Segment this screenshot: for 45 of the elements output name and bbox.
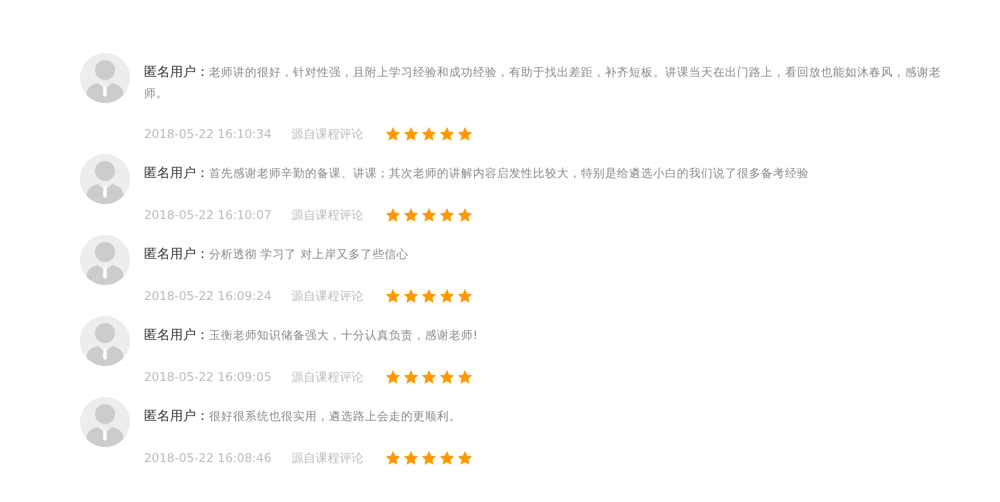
star-icon (421, 369, 438, 385)
star-icon (385, 126, 402, 142)
star-icon (403, 288, 420, 304)
star-icon (421, 207, 438, 223)
star-icon (385, 450, 402, 466)
review-source: 源自课程评论 (291, 288, 364, 304)
review-time: 2018-05-22 16:08:46 (144, 451, 272, 465)
star-icon (439, 369, 456, 385)
review-source: 源自课程评论 (291, 206, 364, 224)
star-icon (403, 207, 420, 223)
star-icon (457, 450, 474, 466)
star-icon (421, 288, 438, 304)
avatar-icon (80, 235, 130, 285)
star-icon (385, 207, 402, 223)
star-icon (439, 126, 456, 142)
review-source: 源自课程评论 (291, 368, 364, 386)
review-text: 匿名用户：很好很系统也很实用，遴选路上会走的更顺利。 (144, 408, 462, 426)
star-icon (403, 450, 420, 466)
star-icon (403, 126, 420, 142)
review-text: 匿名用户：玉衡老师知识储备强大，十分认真负责，感谢老师! (144, 327, 479, 345)
star-icon (385, 369, 402, 385)
review-time: 2018-05-22 16:09:05 (144, 370, 272, 384)
avatar-icon (80, 397, 130, 447)
star-icon (439, 207, 456, 223)
review-time: 2018-05-22 16:10:07 (144, 208, 272, 222)
review-text: 匿名用户：老师讲的很好，针对性强，且附上学习经验和成功经验，有助于找出差距，补齐短板。讲课当天在出门路上，看回放也能如沐春风，感谢老师。 (144, 64, 942, 102)
star-icon (457, 369, 474, 385)
avatar-icon (80, 154, 130, 204)
review-time: 2018-05-22 16:10:34 (144, 127, 272, 141)
review-source: 源自课程评论 (291, 450, 364, 466)
star-icon (403, 369, 420, 385)
review-text: 匿名用户：首先感谢老师辛勤的备课、讲课；其次老师的讲解内容启发性比较大，特别是给遴选小白的我们说了很多备考经验 (144, 165, 810, 183)
review-time: 2018-05-22 16:09:24 (144, 289, 272, 303)
star-icon (457, 126, 474, 142)
star-icon (385, 288, 402, 304)
review-source: 源自课程评论 (291, 126, 364, 142)
star-icon (439, 288, 456, 304)
avatar-icon (80, 316, 130, 366)
star-icon (457, 288, 474, 304)
star-icon (439, 450, 456, 466)
review-text: 匿名用户：分析透彻 学习了 对上岸又多了些信心 (144, 246, 410, 264)
star-icon (421, 126, 438, 142)
star-icon (421, 450, 438, 466)
avatar-icon (80, 53, 130, 103)
star-icon (457, 207, 474, 223)
